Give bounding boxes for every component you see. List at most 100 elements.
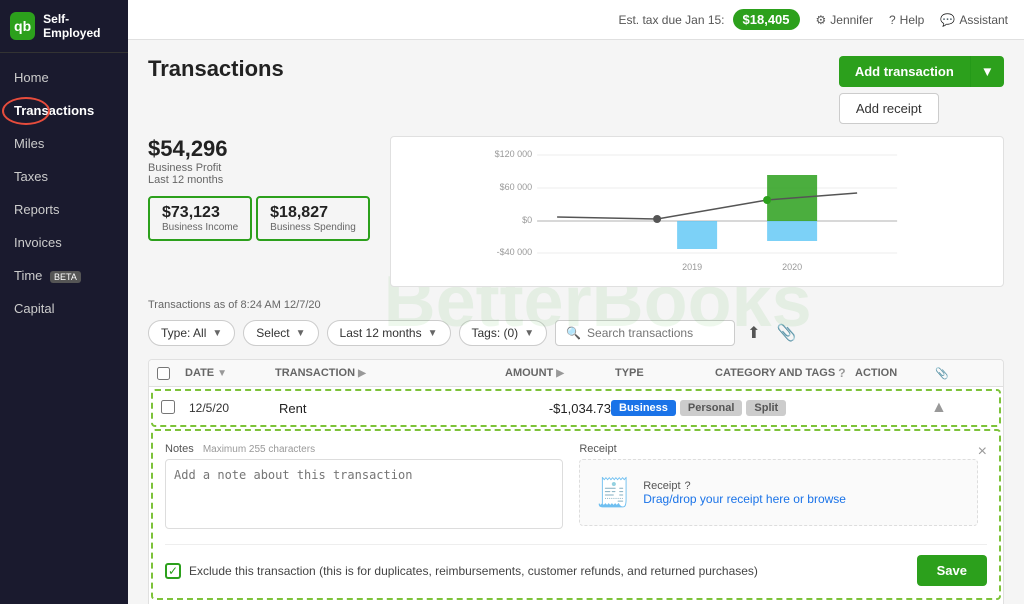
sidebar-item-reports[interactable]: Reports xyxy=(0,193,128,226)
add-receipt-button[interactable]: Add receipt xyxy=(839,93,939,124)
spending-label: Business Spending xyxy=(270,222,356,233)
notes-section: Notes Maximum 255 characters xyxy=(165,443,563,532)
row-checkbox[interactable] xyxy=(161,400,175,414)
beta-badge: BETA xyxy=(50,271,81,283)
transactions-table: DATE ▼ TRANSACTION ▶ AMOUNT ▶ TYPE CATEG… xyxy=(148,359,1004,604)
chart-svg: $120 000 $60 000 $0 -$40 000 xyxy=(399,145,995,275)
row-expand-button[interactable]: ▲ xyxy=(931,399,991,417)
svg-text:$0: $0 xyxy=(522,215,532,225)
sidebar-item-time[interactable]: Time BETA xyxy=(0,259,128,292)
sidebar-item-transactions[interactable]: Transactions xyxy=(0,94,128,127)
th-attach: 📎 xyxy=(935,366,995,380)
tax-amount: $18,405 xyxy=(733,9,800,30)
table-row: 12/5/20 Rent -$1,034.73 Business Persona… xyxy=(151,389,1001,427)
add-transaction-group: Add transaction ▼ xyxy=(839,56,1004,87)
user-name: Jennifer xyxy=(830,13,873,27)
search-icon: 🔍 xyxy=(566,326,581,340)
th-type: TYPE xyxy=(615,366,715,380)
app-logo: qb Self-Employed xyxy=(0,0,128,53)
tags-filter-chevron: ▼ xyxy=(524,328,534,339)
select-filter[interactable]: Select ▼ xyxy=(243,320,318,346)
receipt-drop-zone[interactable]: 🧾 Receipt ? Drag/drop your receipt here … xyxy=(579,459,977,526)
th-amount[interactable]: AMOUNT ▶ xyxy=(505,366,615,380)
th-transaction[interactable]: TRANSACTION ▶ xyxy=(275,366,505,380)
close-detail-button[interactable]: × xyxy=(978,443,987,461)
stats-chart-row: $54,296 Business Profit Last 12 months $… xyxy=(148,136,1004,287)
date-filter[interactable]: Last 12 months ▼ xyxy=(327,320,451,346)
svg-text:2020: 2020 xyxy=(782,262,802,272)
receipt-instructions: Drag/drop your receipt here or browse xyxy=(643,492,846,506)
export-button[interactable]: ⬆ xyxy=(743,319,764,347)
row-amount: -$1,034.73 xyxy=(501,401,611,416)
type-filter[interactable]: Type: All ▼ xyxy=(148,320,235,346)
sidebar-item-capital[interactable]: Capital xyxy=(0,292,128,325)
sidebar-nav: Home Transactions Miles Taxes Reports In… xyxy=(0,53,128,325)
profit-stat: $54,296 Business Profit Last 12 months xyxy=(148,136,374,186)
profit-period: Last 12 months xyxy=(148,174,374,186)
chart-area: $120 000 $60 000 $0 -$40 000 xyxy=(390,136,1004,287)
receipt-label: Receipt xyxy=(579,443,977,455)
main-content: Est. tax due Jan 15: $18,405 ⚙ Jennifer … xyxy=(128,0,1024,604)
tax-label: Est. tax due Jan 15: xyxy=(618,13,724,27)
svg-text:2019: 2019 xyxy=(682,262,702,272)
save-button[interactable]: Save xyxy=(917,555,987,586)
sidebar: qb Self-Employed Home Transactions Miles… xyxy=(0,0,128,604)
sidebar-item-home[interactable]: Home xyxy=(0,61,128,94)
question-icon: ? xyxy=(889,13,896,27)
select-all-checkbox[interactable] xyxy=(157,367,170,380)
exclude-label: Exclude this transaction (this is for du… xyxy=(189,564,758,578)
tax-info: Est. tax due Jan 15: $18,405 xyxy=(618,9,799,30)
th-category: CATEGORY AND TAGS ? xyxy=(715,366,855,380)
exclude-left: ✓ Exclude this transaction (this is for … xyxy=(165,563,758,579)
spending-amount: $18,827 xyxy=(270,204,356,222)
personal-type-button[interactable]: Personal xyxy=(680,400,742,416)
receipt-section: Receipt 🧾 Receipt ? Drag/drop your rece xyxy=(579,443,977,532)
sidebar-item-taxes[interactable]: Taxes xyxy=(0,160,128,193)
gear-icon: ⚙ xyxy=(816,13,827,27)
page-header: Transactions Add transaction ▼ Add recei… xyxy=(148,56,1004,124)
receipt-title-row: Receipt ? xyxy=(643,480,846,492)
assistant-button[interactable]: 💬 Assistant xyxy=(940,13,1008,27)
topbar: Est. tax due Jan 15: $18,405 ⚙ Jennifer … xyxy=(128,0,1024,40)
th-checkbox xyxy=(157,366,185,380)
stats-left: $54,296 Business Profit Last 12 months $… xyxy=(148,136,374,287)
row-transaction-name: Rent xyxy=(279,401,501,416)
sidebar-item-invoices[interactable]: Invoices xyxy=(0,226,128,259)
spending-stat: $18,827 Business Spending xyxy=(256,196,370,241)
attach-button[interactable]: 📎 xyxy=(773,319,801,347)
row-type-buttons: Business Personal Split xyxy=(611,400,711,416)
tags-filter[interactable]: Tags: (0) ▼ xyxy=(459,320,548,346)
transactions-info: Transactions as of 8:24 AM 12/7/20 xyxy=(148,299,1004,311)
receipt-icon: 🧾 xyxy=(596,476,631,509)
exclude-checkbox[interactable]: ✓ xyxy=(165,563,181,579)
receipt-info: Receipt ? Drag/drop your receipt here or… xyxy=(643,480,846,506)
search-box: 🔍 xyxy=(555,320,735,346)
svg-text:$120 000: $120 000 xyxy=(494,149,532,159)
stat-sub-row: $73,123 Business Income $18,827 Business… xyxy=(148,196,374,241)
th-action: ACTION xyxy=(855,366,935,380)
sidebar-item-miles[interactable]: Miles xyxy=(0,127,128,160)
profit-label: Business Profit xyxy=(148,162,374,174)
business-type-button[interactable]: Business xyxy=(611,400,676,416)
notes-textarea[interactable] xyxy=(165,459,563,529)
income-stat: $73,123 Business Income xyxy=(148,196,252,241)
row-date: 12/5/20 xyxy=(189,401,279,415)
browse-link[interactable]: browse xyxy=(807,492,846,506)
help-button[interactable]: ? Help xyxy=(889,13,924,27)
select-filter-chevron: ▼ xyxy=(296,328,306,339)
expanded-row-detail: × Notes Maximum 255 characters Receipt xyxy=(151,429,1001,600)
income-label: Business Income xyxy=(162,222,238,233)
expanded-grid: Notes Maximum 255 characters Receipt 🧾 xyxy=(165,443,978,532)
search-input[interactable] xyxy=(587,326,724,340)
split-type-button[interactable]: Split xyxy=(746,400,786,416)
add-transaction-dropdown[interactable]: ▼ xyxy=(970,56,1004,87)
th-date[interactable]: DATE ▼ xyxy=(185,366,275,380)
page-title: Transactions xyxy=(148,56,284,82)
notes-label: Notes Maximum 255 characters xyxy=(165,443,563,455)
app-name: Self-Employed xyxy=(43,12,118,40)
svg-text:-$40 000: -$40 000 xyxy=(496,247,532,257)
info-icon: ? xyxy=(685,480,691,492)
logo-icon: qb xyxy=(10,12,35,40)
add-transaction-button[interactable]: Add transaction xyxy=(839,56,970,87)
user-menu[interactable]: ⚙ Jennifer xyxy=(816,13,873,27)
